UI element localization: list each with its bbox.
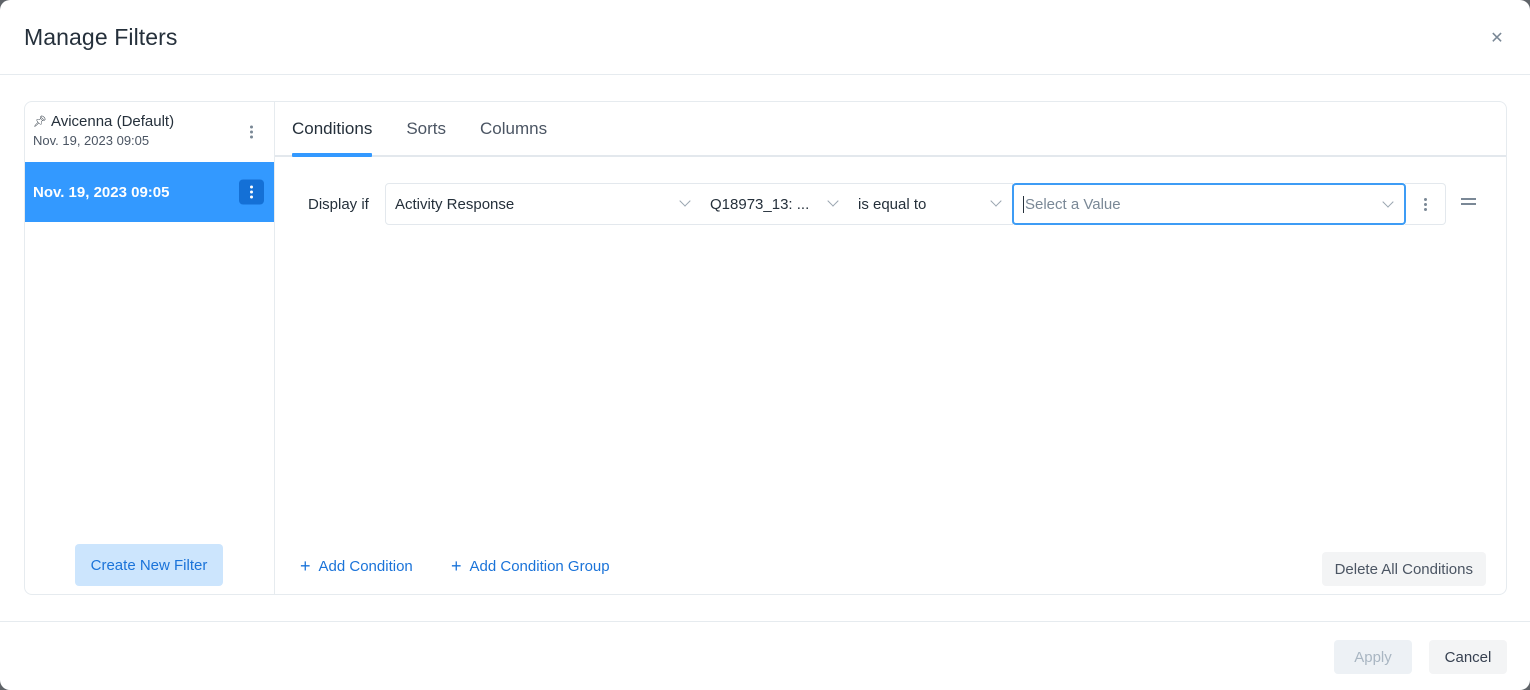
tab-columns[interactable]: Columns (480, 102, 547, 155)
apply-button[interactable]: Apply (1334, 640, 1412, 674)
field-select-value: Activity Response (395, 195, 515, 213)
filter-name: Avicenna (Default) (50, 113, 175, 130)
dialog-header: Manage Filters ✕ (0, 0, 1530, 75)
add-condition-group-button[interactable]: + Add Condition Group (451, 556, 610, 576)
chevron-down-icon (827, 195, 839, 207)
dialog-footer: Apply Cancel (0, 621, 1530, 690)
value-select-placeholder: Select a Value (1025, 195, 1121, 213)
question-select[interactable]: Q18973_13: ... (701, 183, 850, 225)
add-condition-group-label: Add Condition Group (469, 558, 610, 575)
condition-options-icon[interactable] (1405, 183, 1446, 225)
pin-icon: 📌︎ (33, 116, 47, 128)
close-icon[interactable]: ✕ (1490, 31, 1504, 47)
tab-bar: Conditions Sorts Columns (275, 102, 1506, 157)
filter-list: 📌︎ Avicenna (Default) Nov. 19, 2023 09:0… (25, 102, 275, 594)
delete-all-conditions-button[interactable]: Delete All Conditions (1321, 552, 1486, 586)
plus-icon: + (451, 556, 462, 576)
filter-date: Nov. 19, 2023 09:05 (33, 133, 150, 148)
dialog-body: 📌︎ Avicenna (Default) Nov. 19, 2023 09:0… (24, 101, 1507, 595)
tab-conditions[interactable]: Conditions (292, 102, 373, 157)
field-select[interactable]: Activity Response (385, 183, 702, 225)
question-select-value: Q18973_13: ... (710, 195, 810, 213)
condition-row: Display if Activity Response Q18973_13: … (275, 183, 1506, 225)
operator-select[interactable]: is equal to (849, 183, 1013, 225)
filter-options-icon[interactable] (239, 179, 264, 205)
filter-item-selected[interactable]: Nov. 19, 2023 09:05 (25, 162, 274, 222)
value-select[interactable]: Select a Value (1012, 183, 1406, 225)
text-cursor (1023, 195, 1024, 213)
chevron-down-icon (990, 195, 1002, 207)
operator-select-value: is equal to (858, 195, 927, 213)
tab-sorts[interactable]: Sorts (406, 102, 446, 155)
plus-icon: + (300, 556, 311, 576)
drag-handle-icon[interactable] (1461, 198, 1476, 206)
filter-item-default[interactable]: 📌︎ Avicenna (Default) Nov. 19, 2023 09:0… (25, 102, 274, 162)
chevron-down-icon (679, 195, 691, 207)
filter-editor: Conditions Sorts Columns Display if Acti… (275, 102, 1506, 594)
filter-options-icon[interactable] (239, 120, 264, 145)
dialog-title: Manage Filters (24, 23, 178, 50)
manage-filters-dialog: Manage Filters ✕ 📌︎ Avicenna (Default) N… (0, 0, 1530, 690)
add-condition-button[interactable]: + Add Condition (300, 556, 413, 576)
create-new-filter-button[interactable]: Create New Filter (75, 544, 223, 586)
display-if-label: Display if (308, 195, 369, 213)
add-condition-label: Add Condition (318, 558, 413, 575)
chevron-down-icon (1382, 196, 1394, 208)
filter-name-row: 📌︎ Avicenna (Default) (33, 113, 266, 130)
filter-name: Nov. 19, 2023 09:05 (33, 183, 170, 201)
cancel-button[interactable]: Cancel (1429, 640, 1507, 674)
